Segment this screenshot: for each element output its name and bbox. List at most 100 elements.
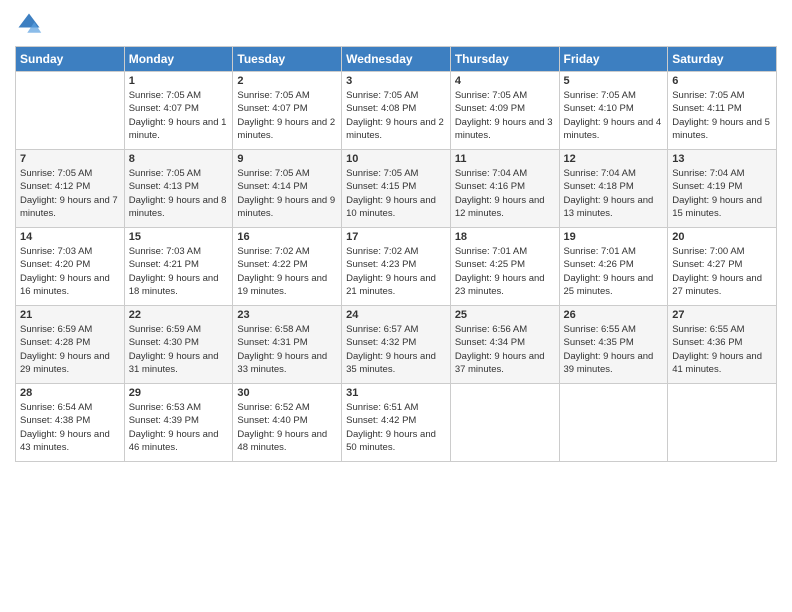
cell-info: Sunrise: 7:03 AM Sunset: 4:21 PM Dayligh… (129, 245, 229, 298)
day-number: 1 (129, 75, 229, 87)
cell-info: Sunrise: 7:02 AM Sunset: 4:22 PM Dayligh… (237, 245, 337, 298)
col-header-wednesday: Wednesday (342, 47, 451, 72)
day-number: 5 (564, 75, 664, 87)
sunrise-text: Sunrise: 7:05 AM (237, 89, 337, 102)
cell-info: Sunrise: 7:02 AM Sunset: 4:23 PM Dayligh… (346, 245, 446, 298)
cell-info: Sunrise: 7:05 AM Sunset: 4:07 PM Dayligh… (237, 89, 337, 142)
sunrise-text: Sunrise: 7:05 AM (237, 167, 337, 180)
day-number: 15 (129, 231, 229, 243)
calendar-cell: 29 Sunrise: 6:53 AM Sunset: 4:39 PM Dayl… (124, 384, 233, 462)
daylight-text: Daylight: 9 hours and 43 minutes. (20, 428, 120, 455)
day-number: 13 (672, 153, 772, 165)
calendar-cell: 2 Sunrise: 7:05 AM Sunset: 4:07 PM Dayli… (233, 72, 342, 150)
sunrise-text: Sunrise: 7:05 AM (129, 167, 229, 180)
col-header-tuesday: Tuesday (233, 47, 342, 72)
page-container: SundayMondayTuesdayWednesdayThursdayFrid… (0, 0, 792, 472)
sunrise-text: Sunrise: 7:02 AM (346, 245, 446, 258)
daylight-text: Daylight: 9 hours and 12 minutes. (455, 194, 555, 221)
daylight-text: Daylight: 9 hours and 18 minutes. (129, 272, 229, 299)
sunset-text: Sunset: 4:15 PM (346, 180, 446, 193)
daylight-text: Daylight: 9 hours and 48 minutes. (237, 428, 337, 455)
sunrise-text: Sunrise: 6:53 AM (129, 401, 229, 414)
col-header-sunday: Sunday (16, 47, 125, 72)
sunset-text: Sunset: 4:26 PM (564, 258, 664, 271)
sunrise-text: Sunrise: 6:51 AM (346, 401, 446, 414)
cell-info: Sunrise: 7:04 AM Sunset: 4:18 PM Dayligh… (564, 167, 664, 220)
cell-info: Sunrise: 7:01 AM Sunset: 4:26 PM Dayligh… (564, 245, 664, 298)
cell-info: Sunrise: 6:55 AM Sunset: 4:35 PM Dayligh… (564, 323, 664, 376)
day-number: 31 (346, 387, 446, 399)
calendar-table: SundayMondayTuesdayWednesdayThursdayFrid… (15, 46, 777, 462)
calendar-cell: 13 Sunrise: 7:04 AM Sunset: 4:19 PM Dayl… (668, 150, 777, 228)
calendar-cell (16, 72, 125, 150)
calendar-cell: 7 Sunrise: 7:05 AM Sunset: 4:12 PM Dayli… (16, 150, 125, 228)
sunset-text: Sunset: 4:21 PM (129, 258, 229, 271)
day-number: 7 (20, 153, 120, 165)
col-header-saturday: Saturday (668, 47, 777, 72)
day-number: 16 (237, 231, 337, 243)
calendar-cell (559, 384, 668, 462)
daylight-text: Daylight: 9 hours and 25 minutes. (564, 272, 664, 299)
sunset-text: Sunset: 4:31 PM (237, 336, 337, 349)
daylight-text: Daylight: 9 hours and 16 minutes. (20, 272, 120, 299)
cell-info: Sunrise: 7:05 AM Sunset: 4:15 PM Dayligh… (346, 167, 446, 220)
cell-info: Sunrise: 7:05 AM Sunset: 4:12 PM Dayligh… (20, 167, 120, 220)
day-number: 25 (455, 309, 555, 321)
day-number: 27 (672, 309, 772, 321)
sunset-text: Sunset: 4:27 PM (672, 258, 772, 271)
daylight-text: Daylight: 9 hours and 35 minutes. (346, 350, 446, 377)
cell-info: Sunrise: 7:05 AM Sunset: 4:14 PM Dayligh… (237, 167, 337, 220)
sunset-text: Sunset: 4:25 PM (455, 258, 555, 271)
header (15, 10, 777, 38)
logo (15, 10, 47, 38)
daylight-text: Daylight: 9 hours and 5 minutes. (672, 116, 772, 143)
sunrise-text: Sunrise: 7:04 AM (455, 167, 555, 180)
sunset-text: Sunset: 4:07 PM (129, 102, 229, 115)
sunset-text: Sunset: 4:13 PM (129, 180, 229, 193)
daylight-text: Daylight: 9 hours and 21 minutes. (346, 272, 446, 299)
day-number: 12 (564, 153, 664, 165)
sunrise-text: Sunrise: 7:05 AM (129, 89, 229, 102)
day-number: 6 (672, 75, 772, 87)
calendar-week-4: 21 Sunrise: 6:59 AM Sunset: 4:28 PM Dayl… (16, 306, 777, 384)
calendar-cell: 3 Sunrise: 7:05 AM Sunset: 4:08 PM Dayli… (342, 72, 451, 150)
day-number: 10 (346, 153, 446, 165)
daylight-text: Daylight: 9 hours and 23 minutes. (455, 272, 555, 299)
cell-info: Sunrise: 6:58 AM Sunset: 4:31 PM Dayligh… (237, 323, 337, 376)
calendar-cell: 12 Sunrise: 7:04 AM Sunset: 4:18 PM Dayl… (559, 150, 668, 228)
day-number: 29 (129, 387, 229, 399)
sunset-text: Sunset: 4:30 PM (129, 336, 229, 349)
sunrise-text: Sunrise: 7:05 AM (346, 167, 446, 180)
sunset-text: Sunset: 4:28 PM (20, 336, 120, 349)
sunset-text: Sunset: 4:42 PM (346, 414, 446, 427)
sunrise-text: Sunrise: 7:05 AM (346, 89, 446, 102)
cell-info: Sunrise: 6:52 AM Sunset: 4:40 PM Dayligh… (237, 401, 337, 454)
day-number: 20 (672, 231, 772, 243)
calendar-cell (668, 384, 777, 462)
sunrise-text: Sunrise: 7:04 AM (672, 167, 772, 180)
day-number: 22 (129, 309, 229, 321)
cell-info: Sunrise: 7:05 AM Sunset: 4:10 PM Dayligh… (564, 89, 664, 142)
cell-info: Sunrise: 7:05 AM Sunset: 4:11 PM Dayligh… (672, 89, 772, 142)
daylight-text: Daylight: 9 hours and 10 minutes. (346, 194, 446, 221)
cell-info: Sunrise: 6:57 AM Sunset: 4:32 PM Dayligh… (346, 323, 446, 376)
cell-info: Sunrise: 7:05 AM Sunset: 4:09 PM Dayligh… (455, 89, 555, 142)
cell-info: Sunrise: 7:03 AM Sunset: 4:20 PM Dayligh… (20, 245, 120, 298)
cell-info: Sunrise: 7:01 AM Sunset: 4:25 PM Dayligh… (455, 245, 555, 298)
sunset-text: Sunset: 4:20 PM (20, 258, 120, 271)
sunrise-text: Sunrise: 7:02 AM (237, 245, 337, 258)
calendar-cell: 16 Sunrise: 7:02 AM Sunset: 4:22 PM Dayl… (233, 228, 342, 306)
calendar-cell: 21 Sunrise: 6:59 AM Sunset: 4:28 PM Dayl… (16, 306, 125, 384)
sunrise-text: Sunrise: 7:05 AM (564, 89, 664, 102)
cell-info: Sunrise: 6:59 AM Sunset: 4:30 PM Dayligh… (129, 323, 229, 376)
daylight-text: Daylight: 9 hours and 4 minutes. (564, 116, 664, 143)
daylight-text: Daylight: 9 hours and 2 minutes. (346, 116, 446, 143)
col-header-friday: Friday (559, 47, 668, 72)
daylight-text: Daylight: 9 hours and 29 minutes. (20, 350, 120, 377)
daylight-text: Daylight: 9 hours and 39 minutes. (564, 350, 664, 377)
daylight-text: Daylight: 9 hours and 31 minutes. (129, 350, 229, 377)
daylight-text: Daylight: 9 hours and 27 minutes. (672, 272, 772, 299)
calendar-cell: 9 Sunrise: 7:05 AM Sunset: 4:14 PM Dayli… (233, 150, 342, 228)
day-number: 21 (20, 309, 120, 321)
sunset-text: Sunset: 4:36 PM (672, 336, 772, 349)
